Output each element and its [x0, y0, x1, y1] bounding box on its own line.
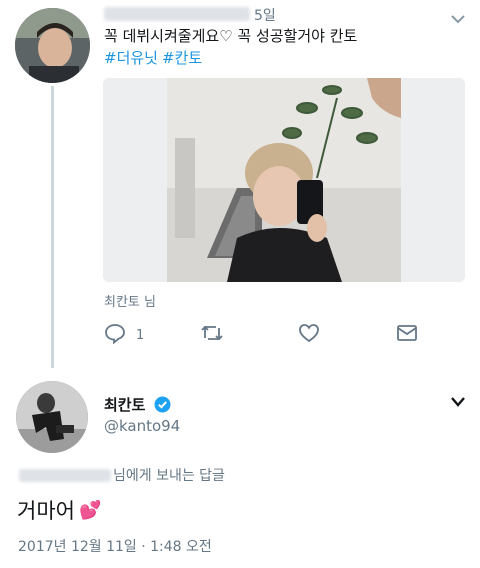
reply-count: 1: [136, 327, 145, 343]
two-hearts-icon: 💕: [78, 499, 102, 521]
like-icon: [298, 322, 320, 348]
tweet-timestamp[interactable]: 2017년 12월 11일 · 1:48 오전: [18, 536, 212, 556]
hashtag[interactable]: #더유닛: [104, 49, 158, 67]
replying-to[interactable]: 최칸토 님: [104, 291, 156, 310]
chevron-down-icon[interactable]: [450, 10, 466, 29]
tweet-time: 5일: [254, 8, 276, 24]
reply-button[interactable]: 1: [104, 322, 144, 348]
tweet-text: 꼭 데뷔시켜줄게요♡ 꼭 성공할거야 칸토: [104, 27, 358, 45]
hashtag[interactable]: #칸토: [162, 49, 202, 67]
thread-line: [51, 86, 54, 368]
author-name[interactable]: 최칸토: [104, 394, 171, 417]
retweet-icon: [200, 322, 224, 348]
chevron-down-icon[interactable]: [450, 393, 466, 412]
display-name: 최칸토: [104, 396, 146, 414]
replying-to-text: 님에게 보내는 답글: [113, 468, 225, 484]
blurred-username[interactable]: [19, 468, 111, 482]
tweet-body: 거마어: [17, 499, 75, 523]
verified-icon: [154, 396, 171, 417]
blurred-author-name: [104, 7, 250, 21]
tweet-actions: 1: [104, 322, 444, 352]
tweet-text: 거마어 💕: [17, 495, 101, 525]
hashtags: #더유닛 #칸토: [104, 47, 206, 68]
reply-icon: [104, 322, 126, 348]
tweet-media[interactable]: [103, 78, 465, 282]
avatar[interactable]: [15, 8, 90, 83]
author-handle[interactable]: @kanto94: [104, 417, 180, 435]
retweet-button[interactable]: [200, 322, 224, 348]
avatar[interactable]: [16, 381, 88, 453]
dm-icon: [396, 322, 418, 348]
replying-to-line: 님에게 보내는 답글: [19, 465, 225, 485]
like-button[interactable]: [298, 322, 320, 348]
direct-message-button[interactable]: [396, 322, 418, 348]
